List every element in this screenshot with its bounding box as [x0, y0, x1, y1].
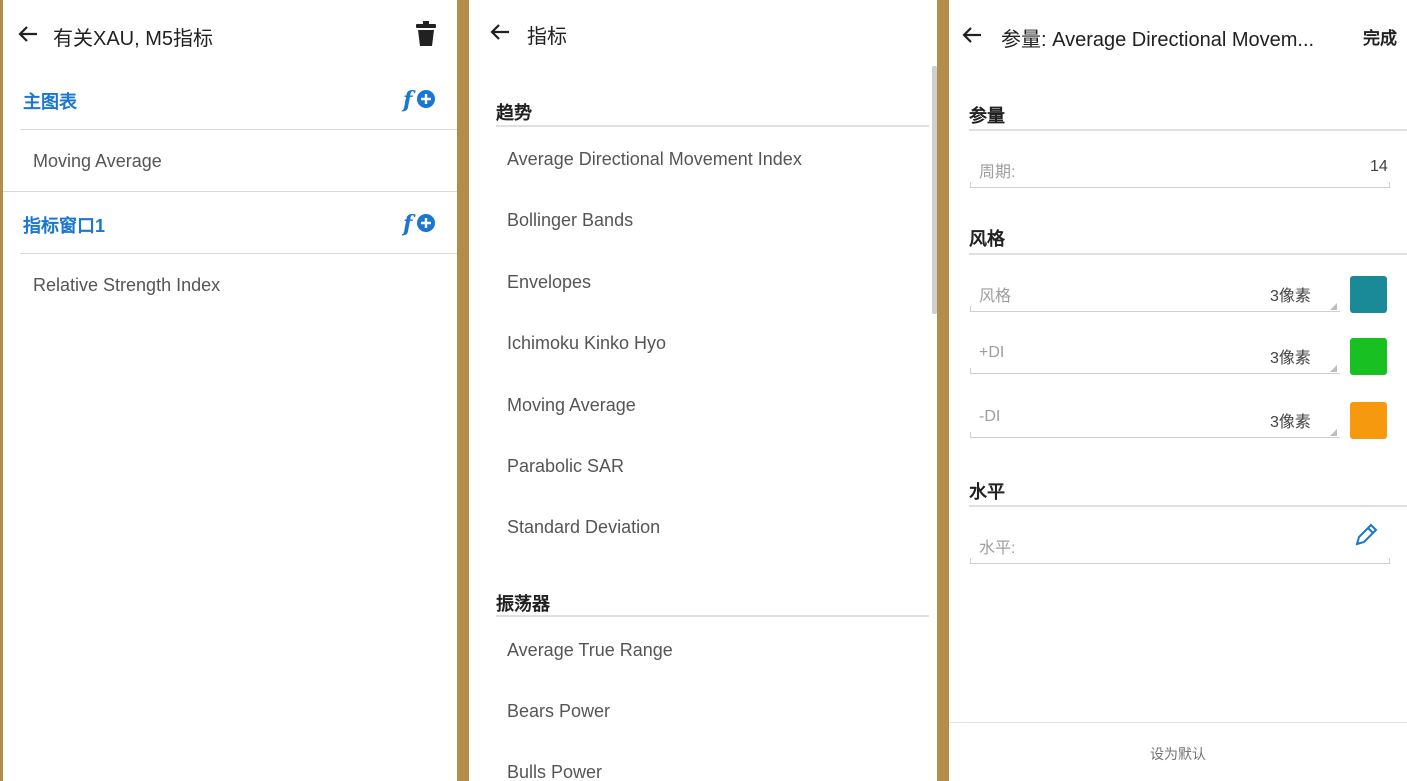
indicator-item[interactable]: Envelopes [507, 272, 591, 293]
indicator-item[interactable]: Moving Average [3, 130, 457, 192]
divider [496, 125, 929, 127]
indicator-label: Moving Average [33, 151, 162, 171]
plus-di-label: +DI [979, 344, 1005, 361]
indicator-catalog-panel: 指标 趋势 Average Directional Movement Index… [469, 0, 937, 781]
field-tick [1389, 558, 1390, 564]
svg-text:f: f [401, 87, 416, 112]
page-title: 有关XAU, M5指标 [53, 28, 214, 50]
header: 有关XAU, M5指标 [3, 0, 457, 68]
section-indicator-window-1: 指标窗口1 f [3, 192, 457, 254]
indicator-item[interactable]: Average True Range [507, 640, 673, 661]
period-field[interactable]: 周期: 14 [970, 148, 1390, 188]
dropdown-corner-icon [1330, 303, 1337, 310]
minus-di-line-select[interactable]: -DI 3像素 [970, 398, 1340, 438]
indicator-item[interactable]: Standard Deviation [507, 517, 660, 538]
indicator-item[interactable]: Bollinger Bands [507, 210, 633, 231]
field-tick [970, 368, 971, 374]
indicator-item[interactable]: Average Directional Movement Index [507, 149, 802, 170]
trash-icon[interactable] [415, 21, 437, 47]
indicator-item[interactable]: Bears Power [507, 701, 610, 722]
field-underline [970, 373, 1340, 374]
section-label-params: 参量 [969, 106, 1005, 126]
header: 指标 [469, 0, 937, 68]
line-width-value: 3像素 [1270, 350, 1311, 367]
done-button[interactable]: 完成 [1363, 24, 1397, 49]
back-arrow-icon[interactable] [489, 21, 511, 43]
indicator-label: Relative Strength Index [33, 275, 221, 295]
field-underline [970, 437, 1340, 438]
divider [969, 253, 1407, 255]
style-label: 风格 [979, 288, 1012, 305]
dropdown-corner-icon [1330, 429, 1337, 436]
minus-di-color-swatch[interactable] [1350, 402, 1387, 439]
field-underline [970, 187, 1390, 188]
page-title: 指标 [527, 26, 567, 48]
divider [496, 615, 929, 617]
field-tick [970, 558, 971, 564]
divider [949, 722, 1407, 723]
pencil-edit-icon[interactable] [1353, 522, 1379, 548]
plus-di-color-swatch[interactable] [1350, 338, 1387, 375]
category-label-oscillators: 振荡器 [496, 594, 550, 614]
add-indicator-icon[interactable]: f [401, 86, 437, 113]
section-label: 指标窗口1 [23, 216, 106, 236]
indicator-item[interactable]: Bulls Power [507, 762, 602, 781]
category-label-trend: 趋势 [496, 103, 532, 123]
period-label: 周期: [979, 164, 1016, 181]
line-width-value: 3像素 [1270, 414, 1311, 431]
indicator-item[interactable]: Moving Average [507, 395, 636, 416]
levels-label: 水平: [979, 540, 1016, 557]
set-default-button[interactable]: 设为默认 [949, 744, 1407, 764]
line-width-value: 3像素 [1270, 288, 1311, 305]
back-arrow-icon[interactable] [961, 24, 983, 46]
field-tick [970, 306, 971, 312]
minus-di-label: -DI [979, 408, 1001, 425]
section-label: 主图表 [23, 92, 77, 112]
style-line-select[interactable]: 风格 3像素 [970, 272, 1340, 312]
field-underline [970, 311, 1340, 312]
scrollbar[interactable] [932, 66, 937, 314]
section-label-levels: 水平 [969, 482, 1005, 502]
style-color-swatch[interactable] [1350, 276, 1387, 313]
plus-di-line-select[interactable]: +DI 3像素 [970, 334, 1340, 374]
section-main-chart: 主图表 f [3, 68, 457, 130]
back-arrow-icon[interactable] [17, 23, 39, 45]
field-tick [970, 432, 971, 438]
page-title: 参量: Average Directional Movem... [1001, 29, 1315, 51]
header: 参量: Average Directional Movem... 完成 [949, 0, 1407, 68]
indicator-item[interactable]: Ichimoku Kinko Hyo [507, 333, 666, 354]
period-value: 14 [1370, 158, 1388, 175]
levels-field[interactable]: 水平: [970, 524, 1390, 564]
section-label-style: 风格 [969, 229, 1005, 249]
field-tick [970, 182, 971, 188]
add-indicator-icon[interactable]: f [401, 210, 437, 237]
field-tick [1389, 182, 1390, 188]
divider [969, 505, 1407, 507]
indicators-list-panel: 有关XAU, M5指标 主图表 f Moving Average 指标窗口1 f… [3, 0, 457, 781]
svg-text:f: f [401, 211, 416, 236]
indicator-parameters-panel: 参量: Average Directional Movem... 完成 参量 周… [949, 0, 1407, 781]
dropdown-corner-icon [1330, 365, 1337, 372]
indicator-item[interactable]: Relative Strength Index [3, 254, 457, 316]
indicator-item[interactable]: Parabolic SAR [507, 456, 624, 477]
divider [969, 129, 1407, 131]
field-underline [970, 563, 1390, 564]
